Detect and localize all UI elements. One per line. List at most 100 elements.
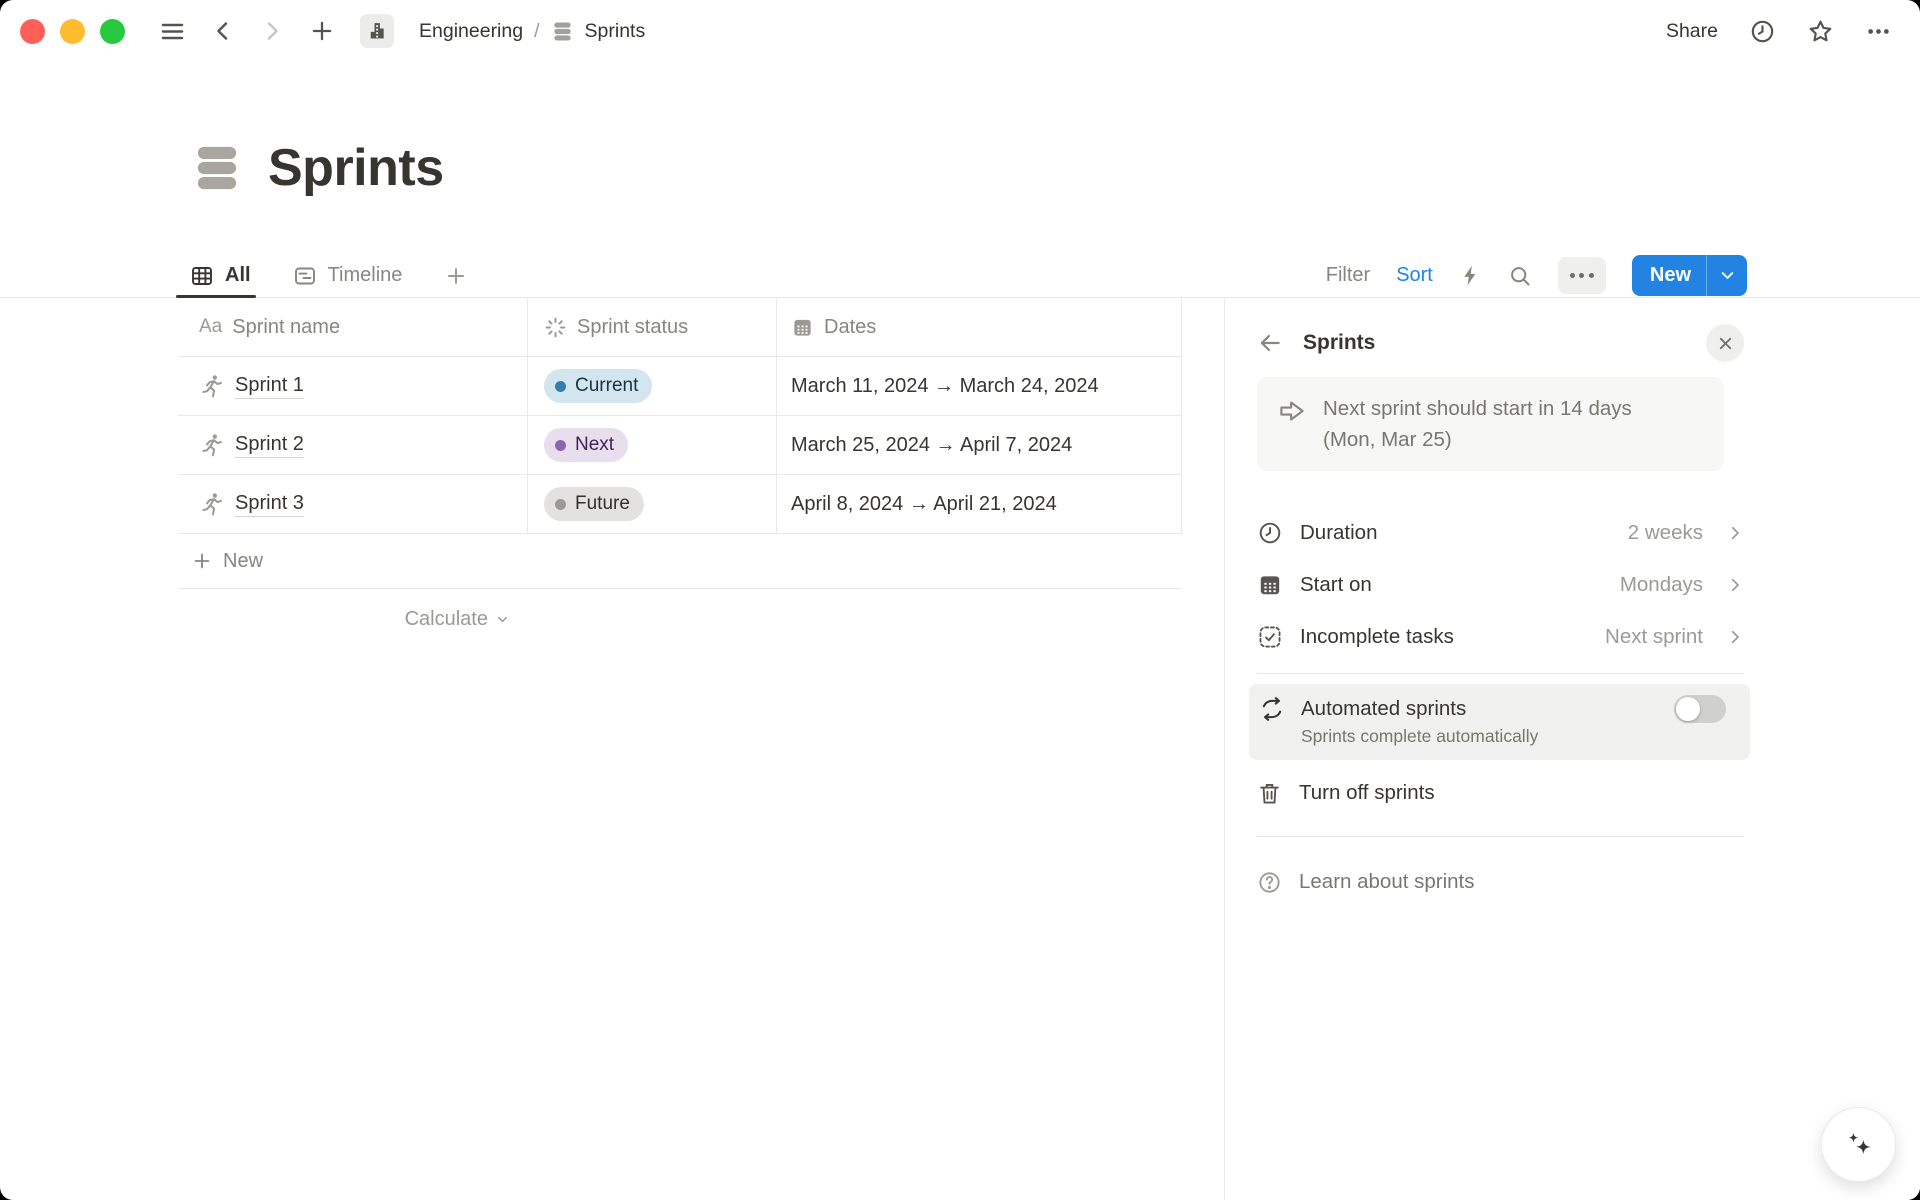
table-view-icon bbox=[190, 264, 214, 288]
banner-line-2: (Mon, Mar 25) bbox=[1323, 428, 1452, 451]
learn-about-sprints-link[interactable]: Learn about sprints bbox=[1257, 847, 1744, 917]
table-row: Sprint 1 Current March 11, 2024 → March … bbox=[178, 357, 1182, 416]
close-icon bbox=[1716, 334, 1735, 353]
setting-value: Mondays bbox=[1620, 573, 1703, 597]
cell-sprint-name[interactable]: Sprint 1 bbox=[178, 357, 528, 416]
window-titlebar: Engineering / Sprints Share bbox=[0, 0, 1920, 62]
automated-sprints-label: Automated sprints bbox=[1301, 697, 1466, 721]
cell-sprint-status[interactable]: Current bbox=[528, 357, 777, 416]
automated-sprints-toggle[interactable] bbox=[1674, 695, 1726, 723]
tab-timeline[interactable]: Timeline bbox=[293, 254, 403, 297]
setting-value: Next sprint bbox=[1605, 625, 1703, 649]
tab-timeline-label: Timeline bbox=[328, 264, 403, 287]
new-row-button[interactable]: New bbox=[178, 534, 1182, 589]
running-person-icon bbox=[199, 491, 225, 517]
calculate-button[interactable]: Calculate bbox=[178, 589, 528, 631]
breadcrumb: Engineering / Sprints bbox=[419, 20, 645, 43]
setting-incomplete-tasks[interactable]: Incomplete tasks Next sprint bbox=[1257, 611, 1744, 663]
automated-sprints-description: Sprints complete automatically bbox=[1301, 726, 1726, 747]
calculate-label: Calculate bbox=[405, 608, 488, 631]
repeat-icon bbox=[1259, 696, 1285, 722]
column-header-dates[interactable]: Dates bbox=[777, 298, 1182, 357]
filter-button[interactable]: Filter bbox=[1326, 264, 1370, 287]
automations-bolt-icon[interactable] bbox=[1459, 264, 1482, 287]
new-record-button[interactable]: New bbox=[1632, 255, 1747, 296]
status-badge[interactable]: Current bbox=[544, 369, 652, 403]
setting-label: Duration bbox=[1300, 521, 1378, 545]
new-record-label[interactable]: New bbox=[1632, 255, 1706, 296]
cell-sprint-status[interactable]: Next bbox=[528, 416, 777, 475]
panel-back-icon[interactable] bbox=[1257, 330, 1283, 356]
trash-icon bbox=[1257, 781, 1282, 806]
column-header-sprint-status[interactable]: Sprint status bbox=[528, 298, 777, 357]
status-badge[interactable]: Next bbox=[544, 428, 628, 462]
teamspace-icon[interactable] bbox=[360, 14, 394, 48]
sprint-title[interactable]: Sprint 3 bbox=[235, 492, 304, 517]
timeline-view-icon bbox=[293, 264, 317, 288]
chevron-down-icon bbox=[495, 612, 510, 627]
view-toolbar: All Timeline Filter Sort New bbox=[0, 254, 1920, 298]
banner-line-1: Next sprint should start in 14 days bbox=[1323, 397, 1632, 420]
breadcrumb-workspace[interactable]: Engineering bbox=[419, 20, 523, 43]
forward-icon[interactable] bbox=[260, 19, 284, 43]
page-title[interactable]: Sprints bbox=[268, 138, 444, 198]
cell-dates[interactable]: April 8, 2024 → April 21, 2024 bbox=[777, 475, 1182, 534]
chevron-right-icon bbox=[1726, 524, 1744, 542]
setting-duration[interactable]: Duration 2 weeks bbox=[1257, 507, 1744, 559]
sort-button[interactable]: Sort bbox=[1396, 264, 1433, 287]
status-dot bbox=[555, 499, 566, 510]
cell-sprint-name[interactable]: Sprint 2 bbox=[178, 416, 528, 475]
sprint-title[interactable]: Sprint 1 bbox=[235, 374, 304, 399]
favorite-star-icon[interactable] bbox=[1807, 18, 1834, 45]
minimize-window-button[interactable] bbox=[60, 19, 85, 44]
column-header-sprint-name[interactable]: Aa Sprint name bbox=[178, 298, 528, 357]
dashed-checkbox-icon bbox=[1257, 624, 1283, 650]
cell-dates[interactable]: March 25, 2024 → April 7, 2024 bbox=[777, 416, 1182, 475]
share-button[interactable]: Share bbox=[1666, 20, 1718, 43]
automated-sprints-row[interactable]: Automated sprints Sprints complete autom… bbox=[1249, 684, 1750, 760]
date-range: March 25, 2024 → April 7, 2024 bbox=[791, 434, 1072, 457]
setting-value: 2 weeks bbox=[1628, 521, 1703, 545]
tab-all-label: All bbox=[225, 264, 251, 287]
page-database-icon[interactable] bbox=[190, 141, 244, 195]
ai-assistant-button[interactable] bbox=[1821, 1107, 1896, 1182]
date-range: March 11, 2024 → March 24, 2024 bbox=[791, 375, 1099, 398]
close-window-button[interactable] bbox=[20, 19, 45, 44]
calendar-icon bbox=[791, 316, 814, 339]
panel-divider bbox=[1257, 836, 1744, 837]
date-range: April 8, 2024 → April 21, 2024 bbox=[791, 493, 1057, 516]
sprint-title[interactable]: Sprint 2 bbox=[235, 433, 304, 458]
new-record-dropdown[interactable] bbox=[1707, 255, 1747, 296]
notion-window: Engineering / Sprints Share bbox=[0, 0, 1920, 1200]
breadcrumb-page[interactable]: Sprints bbox=[585, 20, 646, 43]
sidebar-menu-icon[interactable] bbox=[159, 18, 186, 45]
view-options-button[interactable] bbox=[1558, 257, 1606, 294]
setting-label: Start on bbox=[1300, 573, 1372, 597]
breadcrumb-separator: / bbox=[534, 20, 539, 43]
sparkles-icon bbox=[1841, 1127, 1877, 1163]
cell-dates[interactable]: March 11, 2024 → March 24, 2024 bbox=[777, 357, 1182, 416]
more-options-icon[interactable] bbox=[1865, 18, 1892, 45]
table-row: Sprint 2 Next March 25, 2024 → April 7, … bbox=[178, 416, 1182, 475]
sprints-table: Aa Sprint name Sprint status Dates bbox=[178, 298, 1182, 631]
cell-sprint-status[interactable]: Future bbox=[528, 475, 777, 534]
chevron-down-icon bbox=[1718, 266, 1737, 285]
traffic-lights bbox=[20, 19, 125, 44]
add-view-button[interactable] bbox=[444, 254, 468, 297]
back-icon[interactable] bbox=[211, 19, 235, 43]
chevron-right-icon bbox=[1726, 576, 1744, 594]
calendar-icon bbox=[1257, 572, 1283, 598]
new-page-icon[interactable] bbox=[309, 18, 335, 44]
panel-close-button[interactable] bbox=[1706, 324, 1744, 362]
plus-icon bbox=[191, 550, 213, 572]
cell-sprint-name[interactable]: Sprint 3 bbox=[178, 475, 528, 534]
updates-clock-icon[interactable] bbox=[1749, 18, 1776, 45]
status-badge[interactable]: Future bbox=[544, 487, 644, 521]
tab-all[interactable]: All bbox=[190, 254, 251, 297]
setting-start-on[interactable]: Start on Mondays bbox=[1257, 559, 1744, 611]
search-icon[interactable] bbox=[1508, 264, 1532, 288]
zoom-window-button[interactable] bbox=[100, 19, 125, 44]
turn-off-sprints-button[interactable]: Turn off sprints bbox=[1257, 760, 1744, 826]
toggle-knob bbox=[1676, 697, 1700, 721]
new-row-label: New bbox=[223, 550, 263, 573]
